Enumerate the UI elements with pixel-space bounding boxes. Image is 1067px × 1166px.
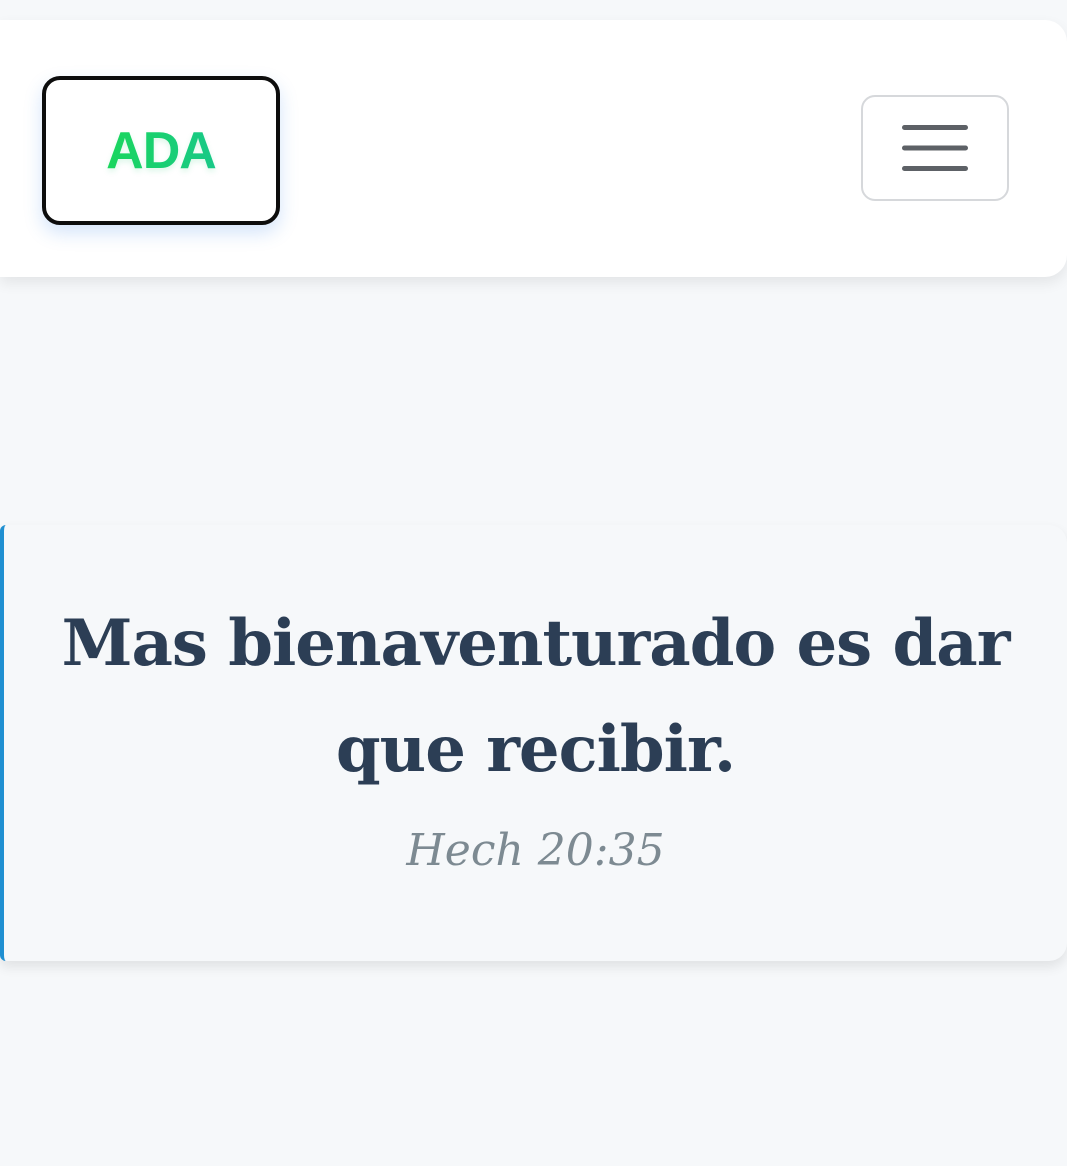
verse-reference: Hech 20:35 — [406, 825, 665, 876]
menu-toggle-button[interactable] — [861, 95, 1009, 201]
brand-logo-text: ADA — [106, 121, 217, 180]
navbar: ADA — [0, 20, 1067, 277]
brand-logo[interactable]: ADA — [42, 76, 280, 225]
verse-text: Mas bienaventurado es dar que recibir. — [61, 606, 1011, 787]
verse-card: Mas bienaventurado es dar que recibir. H… — [0, 525, 1067, 961]
hamburger-icon — [900, 120, 970, 176]
